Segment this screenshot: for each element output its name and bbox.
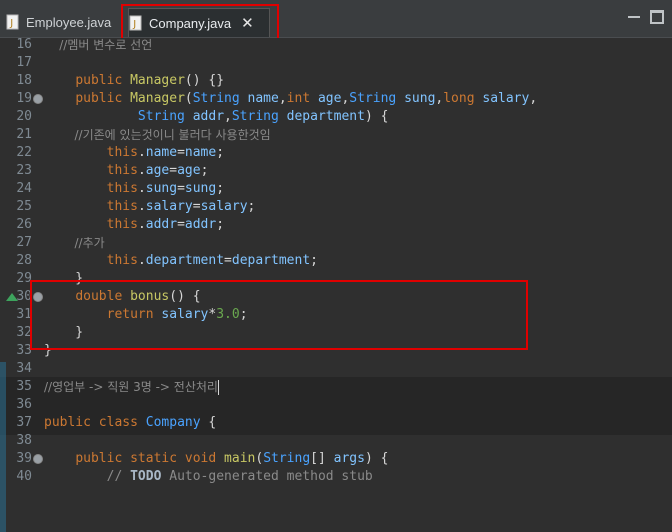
tab-employee-java[interactable]: J Employee.java (6, 8, 120, 36)
code-line[interactable]: 40 // TODO Auto-generated method stub (0, 468, 672, 486)
line-number: 22 (16, 145, 32, 160)
line-number: 23 (16, 163, 32, 178)
highlight-box-bonus (30, 280, 528, 350)
line-number: 35 (16, 379, 32, 394)
maximize-icon[interactable] (650, 10, 664, 24)
code-text[interactable]: public Manager(String name,int age,Strin… (44, 90, 537, 108)
line-number: 40 (16, 469, 32, 484)
code-text[interactable]: //영업부 -> 직원 3명 -> 전산처리 (44, 378, 219, 397)
line-number: 31 (16, 307, 32, 322)
code-text[interactable]: public class Company { (44, 414, 216, 432)
code-text[interactable]: //기존에 있는것이니 불러다 사용한것임 (44, 126, 271, 145)
code-line[interactable]: 26 this.addr=addr; (0, 216, 672, 234)
tab-label: Employee.java (26, 14, 112, 30)
code-line[interactable]: 22 this.name=name; (0, 144, 672, 162)
code-text[interactable]: this.salary=salary; (44, 198, 256, 216)
line-number: 36 (16, 397, 32, 412)
editor-tab-bar: J Employee.java J Company.java ✕ (0, 0, 672, 44)
code-line[interactable]: 39 public static void main(String[] args… (0, 450, 672, 468)
code-line[interactable]: 21 //기존에 있는것이니 불러다 사용한것임 (0, 126, 672, 144)
code-text[interactable]: this.sung=sung; (44, 180, 224, 198)
svg-text:J: J (9, 18, 13, 29)
line-number: 19 (16, 91, 32, 106)
code-line[interactable]: 19 public Manager(String name,int age,St… (0, 90, 672, 108)
code-line[interactable]: 24 this.sung=sung; (0, 180, 672, 198)
code-editor[interactable]: 16 //멤버 변수로 선언 17 18 public Manager() {} 19… (0, 36, 672, 532)
line-number: 33 (16, 343, 32, 358)
line-number: 38 (16, 433, 32, 448)
code-text[interactable]: // TODO Auto-generated method stub (44, 468, 373, 486)
line-number: 26 (16, 217, 32, 232)
code-text[interactable]: this.department=department; (44, 252, 318, 270)
code-line[interactable]: 38 (0, 432, 672, 450)
line-number: 27 (16, 235, 32, 250)
code-text[interactable]: this.addr=addr; (44, 216, 224, 234)
line-number: 16 (16, 37, 32, 52)
window-controls (628, 10, 664, 24)
code-line[interactable]: 18 public Manager() {} (0, 72, 672, 90)
code-line[interactable]: 25 this.salary=salary; (0, 198, 672, 216)
line-number: 25 (16, 199, 32, 214)
fold-icon[interactable] (33, 454, 43, 464)
code-line[interactable]: 16 //멤버 변수로 선언 (0, 36, 672, 54)
code-line[interactable]: 28 this.department=department; (0, 252, 672, 270)
line-number: 29 (16, 271, 32, 286)
code-line[interactable]: 35 //영업부 -> 직원 3명 -> 전산처리 (0, 378, 672, 396)
minimize-icon[interactable] (628, 16, 640, 18)
code-text[interactable]: this.age=age; (44, 162, 209, 180)
line-number: 18 (16, 73, 32, 88)
code-line[interactable]: 20 String addr,String department) { (0, 108, 672, 126)
code-text[interactable]: //멤버 변수로 선언 (44, 36, 152, 55)
line-number: 28 (16, 253, 32, 268)
code-text[interactable]: public Manager() {} (44, 72, 224, 90)
java-file-icon: J (6, 14, 19, 30)
code-text[interactable]: //추가 (44, 234, 105, 253)
code-text[interactable]: public static void main(String[] args) { (44, 450, 388, 468)
line-number: 24 (16, 181, 32, 196)
code-line[interactable]: 34 (0, 360, 672, 378)
code-line[interactable]: 23 this.age=age; (0, 162, 672, 180)
line-number: 17 (16, 55, 32, 70)
code-text[interactable]: String addr,String department) { (44, 108, 389, 126)
code-text[interactable]: this.name=name; (44, 144, 224, 162)
line-number: 39 (16, 451, 32, 466)
line-number: 34 (16, 361, 32, 376)
line-number: 20 (16, 109, 32, 124)
code-line[interactable]: 37 public class Company { (0, 414, 672, 432)
code-line[interactable]: 17 (0, 54, 672, 72)
warning-icon (6, 293, 18, 301)
fold-icon[interactable] (33, 94, 43, 104)
line-number: 32 (16, 325, 32, 340)
line-number: 21 (16, 127, 32, 142)
line-number: 37 (16, 415, 32, 430)
code-line[interactable]: 36 (0, 396, 672, 414)
code-line[interactable]: 27 //추가 (0, 234, 672, 252)
